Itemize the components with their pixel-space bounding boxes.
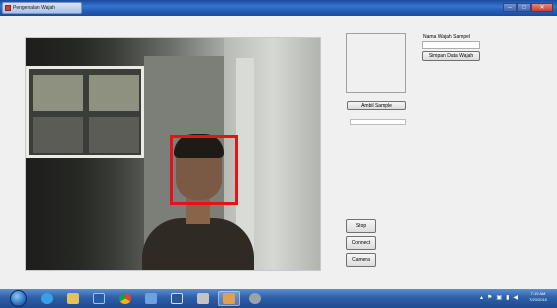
app-icon-5[interactable] [140,291,162,306]
background-window [26,66,144,158]
camera-button[interactable]: Camera [346,253,376,267]
clock[interactable]: 7:19 AM 7/20/2015 [523,291,553,303]
flag-icon[interactable]: ⚑ [487,294,492,301]
camera-feed [25,37,321,271]
window-title-tab[interactable]: Pengenalan Wajah [2,2,82,14]
word-icon[interactable] [166,291,188,306]
nama-wajah-input[interactable] [422,41,480,49]
media-player-icon[interactable] [88,291,110,306]
sample-progress-bar [350,119,406,125]
simpan-data-wajah-button[interactable]: Simpan Data Wajah [422,51,480,61]
title-bar: Pengenalan Wajah – □ ✕ [0,0,557,16]
ambil-sample-button[interactable]: Ambil Sample [347,101,406,110]
app-icon-7[interactable] [192,291,214,306]
maximize-button[interactable]: □ [517,3,531,12]
file-explorer-icon[interactable] [62,291,84,306]
volume-icon[interactable]: ◀ [513,294,518,301]
show-hidden-icon[interactable]: ▴ [480,294,483,301]
app-icon-9[interactable] [244,291,266,306]
app-icon [5,5,11,11]
person-body [142,218,254,270]
system-tray: ▴ ⚑ ▣ ▮ ◀ [480,294,518,301]
stop-button[interactable]: Stop [346,219,376,233]
nama-wajah-label: Nama Wajah Sampel [423,34,471,40]
app-icon-8[interactable] [218,291,240,306]
face-sample-preview [346,33,406,93]
connect-button[interactable]: Connect [346,236,376,250]
chrome-icon[interactable] [114,291,136,306]
clock-date: 7/20/2015 [529,297,547,302]
internet-explorer-icon[interactable] [36,291,58,306]
shield-icon[interactable]: ▣ [496,294,502,301]
minimize-button[interactable]: – [503,3,517,12]
network-icon[interactable]: ▮ [506,294,509,301]
taskbar: ▴ ⚑ ▣ ▮ ◀ 7:19 AM 7/20/2015 [0,289,557,308]
close-button[interactable]: ✕ [531,3,553,12]
start-button[interactable] [10,290,27,307]
face-detection-box [170,135,238,205]
window-title: Pengenalan Wajah [13,5,56,11]
